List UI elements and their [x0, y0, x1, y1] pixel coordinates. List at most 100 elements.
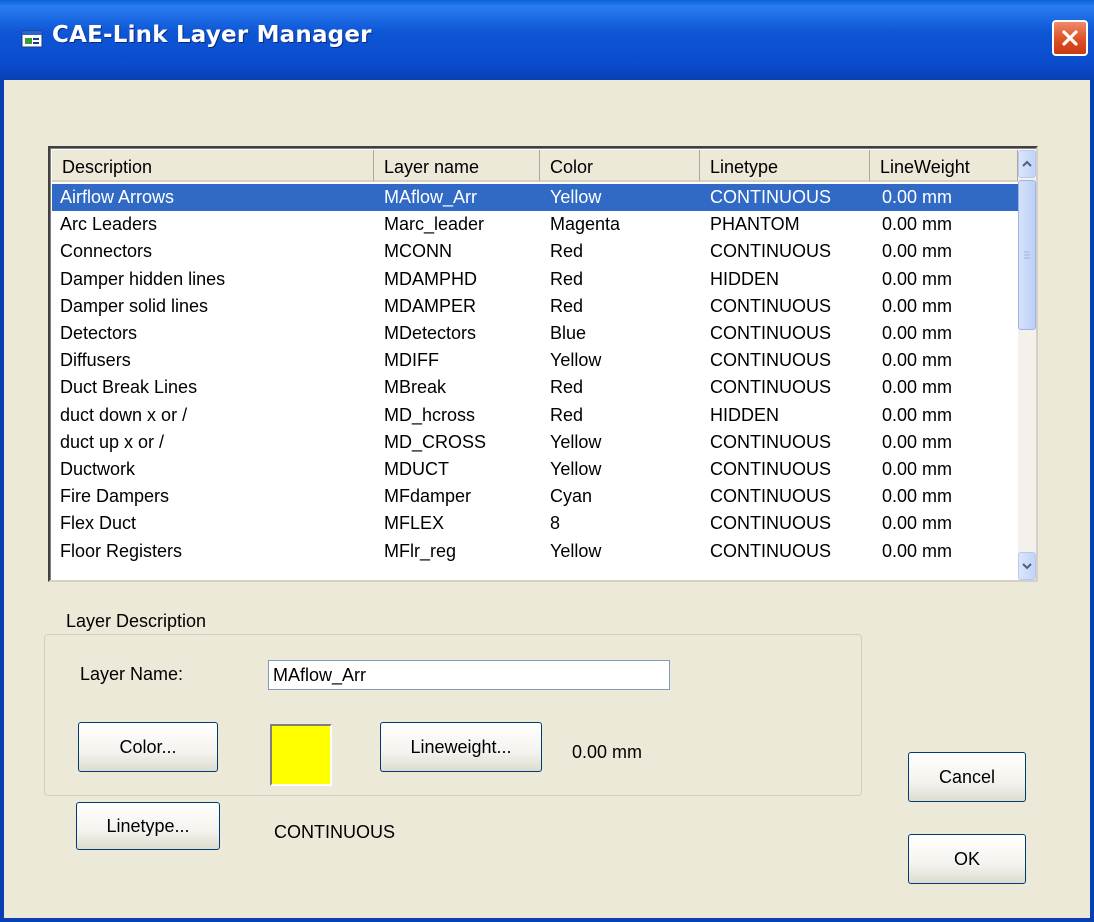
cell-lineweight: 0.00 mm: [882, 241, 953, 262]
cell-linetype: PHANTOM: [710, 214, 800, 235]
cell-lineweight: 0.00 mm: [882, 187, 953, 207]
table-row[interactable]: Airflow Arrows MAflow_Arr Yellow CONTINUOUS…: [52, 184, 1018, 211]
cell-linetype: CONTINUOUS: [710, 459, 831, 479]
list-rows: Airflow Arrows MAflow_Arr Yellow CONTINUOUS…: [52, 184, 1018, 580]
cell-lineweight: 0.00 mm: [882, 214, 953, 235]
cell-linetype: HIDDEN: [710, 404, 780, 425]
layer-name-input[interactable]: MAflow_Arr: [268, 660, 670, 690]
cell-color: Red: [550, 268, 584, 289]
app-window-icon: [21, 30, 43, 48]
layer-name-label: Layer Name:: [80, 664, 184, 684]
column-header-color[interactable]: Color: [540, 150, 700, 182]
cell-description: Duct Break Lines: [60, 377, 198, 398]
column-header-layer-name[interactable]: Layer name: [374, 150, 540, 182]
window-title: CAE-Link Layer Manager: [52, 22, 372, 48]
ok-button[interactable]: OK: [908, 834, 1026, 884]
cell-description: Connectors: [60, 241, 153, 262]
vertical-scrollbar[interactable]: [1018, 150, 1036, 580]
cell-color: Red: [550, 241, 584, 262]
cell-description: Airflow Arrows: [60, 187, 175, 207]
cell-description: Ductwork: [60, 459, 136, 479]
grip-icon: [1024, 251, 1030, 259]
cell-layer-name: MCONN: [384, 241, 452, 262]
close-button[interactable]: [1052, 20, 1088, 56]
color-button[interactable]: Color...: [78, 722, 218, 772]
cell-color: Yellow: [550, 350, 602, 371]
close-icon: [1062, 30, 1078, 46]
cell-layer-name: MD_CROSS: [384, 431, 487, 452]
cell-lineweight: 0.00 mm: [882, 377, 953, 398]
cell-lineweight: 0.00 mm: [882, 513, 953, 534]
table-row[interactable]: Fire Dampers MFdamper Cyan CONTINUOUS 0.00 m…: [52, 483, 1018, 510]
cell-description: Floor Registers: [60, 540, 183, 561]
cell-color: Yellow: [550, 431, 602, 452]
cell-linetype: CONTINUOUS: [710, 323, 831, 343]
linetype-button[interactable]: Linetype...: [76, 802, 220, 850]
cell-linetype: CONTINUOUS: [710, 187, 831, 207]
cell-color: Blue: [550, 323, 587, 343]
cell-linetype: CONTINUOUS: [710, 486, 831, 507]
cell-layer-name: MFdamper: [384, 486, 472, 507]
lineweight-button[interactable]: Lineweight...: [380, 722, 542, 772]
cell-lineweight: 0.00 mm: [882, 268, 953, 289]
chevron-down-icon: [1022, 563, 1032, 570]
cell-layer-name: MD_hcross: [384, 404, 476, 425]
cell-description: Damper solid lines: [60, 295, 209, 316]
cell-color: Cyan: [550, 486, 593, 507]
color-swatch: [270, 724, 332, 786]
column-header-lineweight[interactable]: LineWeight: [870, 150, 1018, 182]
cell-color: Yellow: [550, 187, 602, 207]
scroll-up-button[interactable]: [1018, 150, 1036, 178]
table-row[interactable]: duct down x or / MD_hcross Red HIDDEN 0.00 m…: [52, 402, 1018, 429]
cell-description: Damper hidden lines: [60, 268, 226, 289]
table-row[interactable]: Damper hidden lines MDAMPHD Red HIDDEN 0.00 …: [52, 266, 1018, 293]
lineweight-value: 0.00 mm: [572, 742, 643, 762]
cell-lineweight: 0.00 mm: [882, 323, 953, 343]
table-row[interactable]: Flex Duct MFLEX 8 CONTINUOUS 0.00 mm: [52, 510, 1018, 537]
column-header-linetype[interactable]: Linetype: [700, 150, 870, 182]
cell-layer-name: MDAMPER: [384, 295, 477, 316]
list-header: Description Layer name Color Linetype Li…: [52, 150, 1018, 182]
table-row[interactable]: Ductwork MDUCT Yellow CONTINUOUS 0.00 mm: [52, 456, 1018, 483]
cell-lineweight: 0.00 mm: [882, 459, 953, 479]
cell-lineweight: 0.00 mm: [882, 431, 953, 452]
layer-manager-window: CAE-Link Layer Manager Description Layer…: [0, 0, 1094, 922]
table-row[interactable]: Duct Break Lines MBreak Red CONTINUOUS 0.00 …: [52, 374, 1018, 401]
cell-description: Flex Duct: [60, 513, 137, 534]
table-row[interactable]: Floor Registers MFlr_reg Yellow CONTINUOUS 0…: [52, 538, 1018, 565]
cell-linetype: CONTINUOUS: [710, 295, 831, 316]
table-row[interactable]: duct up x or / MD_CROSS Yellow CONTINUOUS 0.…: [52, 429, 1018, 456]
cell-description: duct down x or /: [60, 404, 188, 425]
cell-color: Red: [550, 404, 584, 425]
cell-lineweight: 0.00 mm: [882, 350, 953, 371]
cell-description: Fire Dampers: [60, 486, 170, 507]
cell-layer-name: MDAMPHD: [384, 268, 477, 289]
cell-description: Detectors: [60, 323, 138, 343]
table-row[interactable]: Arc Leaders Marc_leader Magenta PHANTOM 0.00…: [52, 211, 1018, 238]
cell-description: duct up x or /: [60, 431, 165, 452]
table-row[interactable]: Detectors MDetectors Blue CONTINUOUS 0.00 mm: [52, 320, 1018, 347]
cell-linetype: CONTINUOUS: [710, 513, 831, 534]
layer-description-title: Layer Description: [62, 611, 211, 632]
cell-layer-name: MDetectors: [384, 323, 477, 343]
column-header-description[interactable]: Description: [52, 150, 374, 182]
table-row[interactable]: Diffusers MDIFF Yellow CONTINUOUS 0.00 mm: [52, 347, 1018, 374]
title-bar[interactable]: CAE-Link Layer Manager: [0, 0, 1094, 80]
table-row[interactable]: Connectors MCONN Red CONTINUOUS 0.00 mm: [52, 238, 1018, 265]
linetype-value: CONTINUOUS: [274, 822, 395, 842]
cell-layer-name: MBreak: [384, 377, 447, 398]
cell-linetype: CONTINUOUS: [710, 377, 831, 398]
table-row[interactable]: Damper solid lines MDAMPER Red CONTINUOUS 0.…: [52, 293, 1018, 320]
cell-color: Red: [550, 295, 584, 316]
cancel-button[interactable]: Cancel: [908, 752, 1026, 802]
cell-color: Yellow: [550, 540, 602, 561]
cell-linetype: CONTINUOUS: [710, 350, 831, 371]
scroll-thumb[interactable]: [1018, 180, 1036, 330]
chevron-up-icon: [1022, 160, 1032, 167]
scroll-down-button[interactable]: [1018, 552, 1036, 580]
cell-layer-name: MAflow_Arr: [384, 187, 478, 207]
cell-linetype: CONTINUOUS: [710, 431, 831, 452]
cell-layer-name: MDUCT: [384, 459, 449, 479]
layer-list-view[interactable]: Description Layer name Color Linetype Li…: [48, 146, 1038, 582]
cell-linetype: HIDDEN: [710, 268, 780, 289]
